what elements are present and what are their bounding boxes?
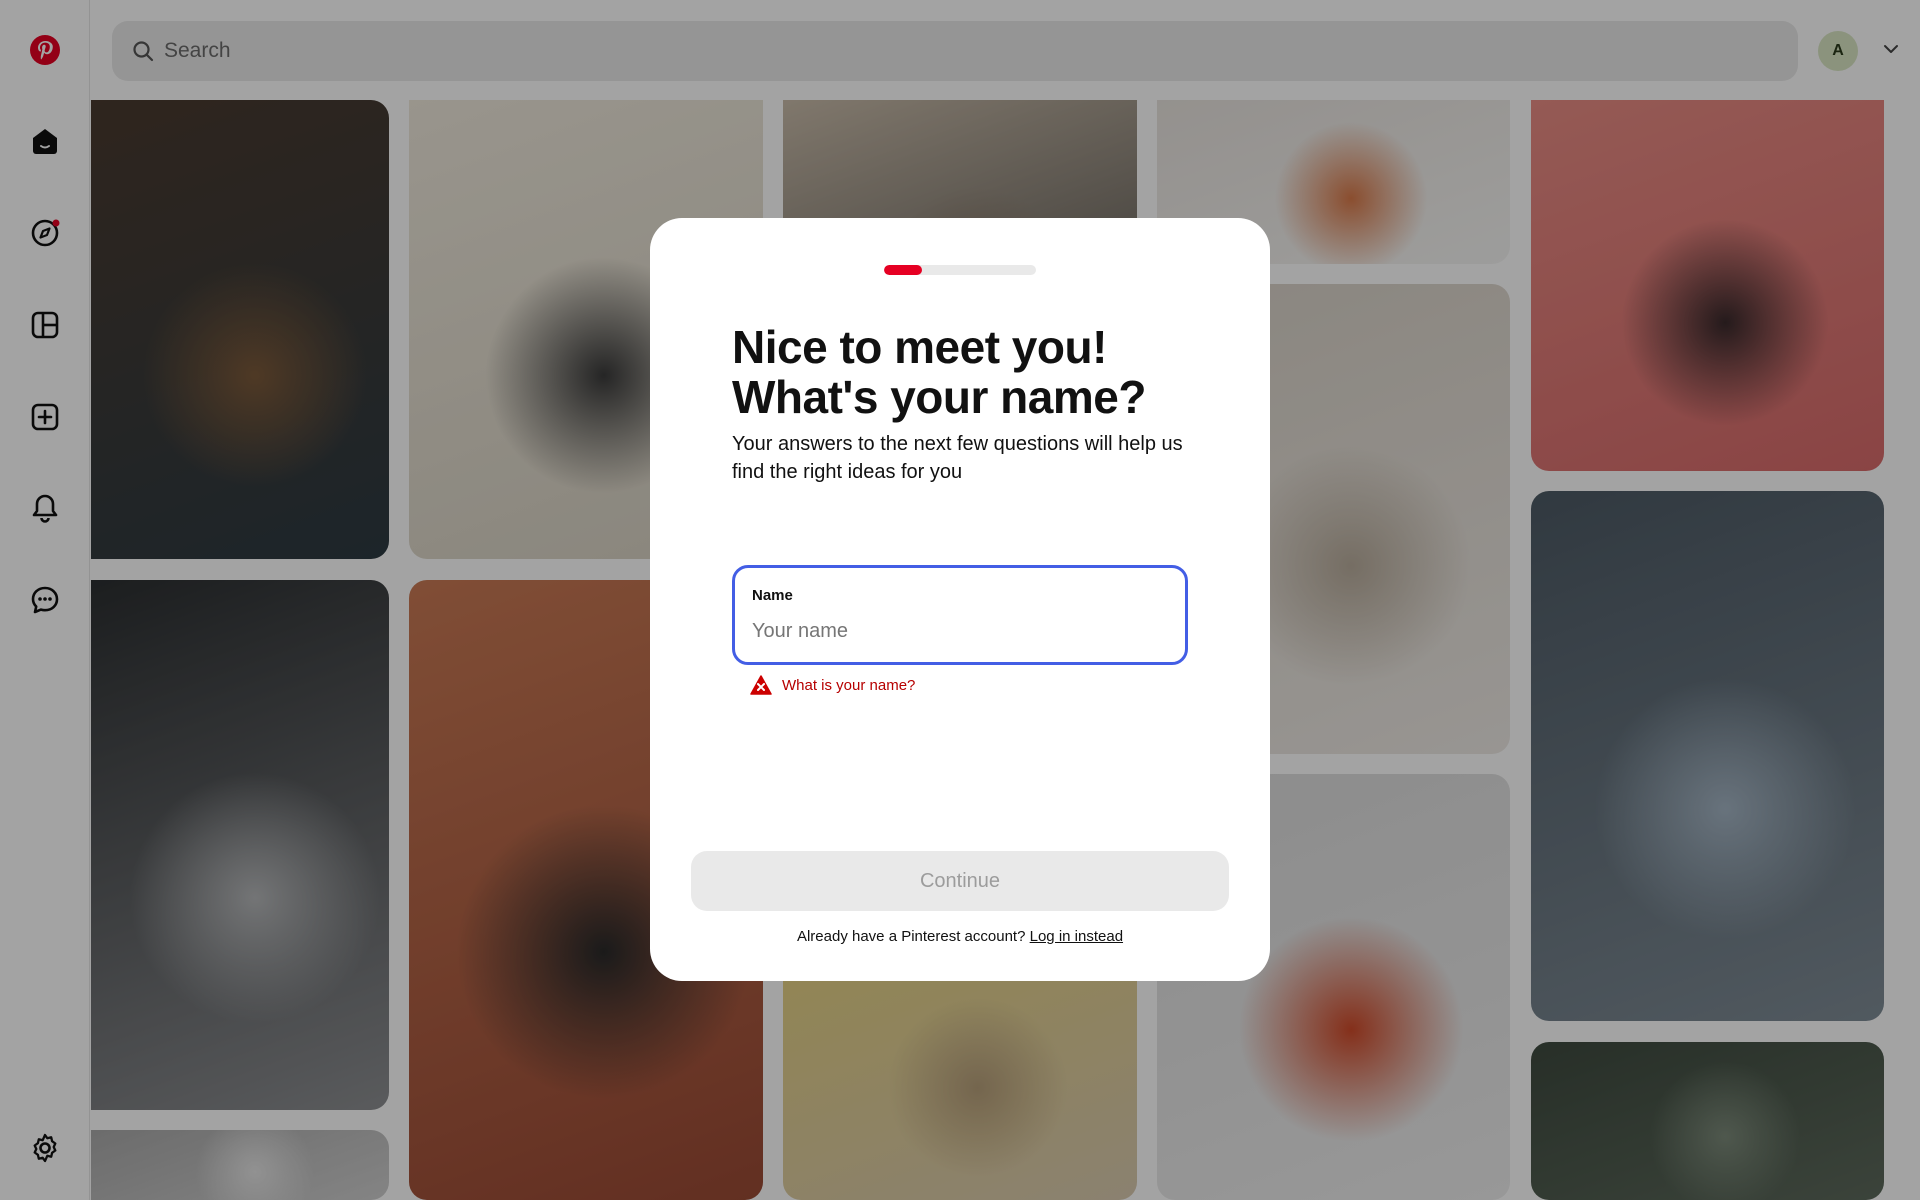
name-label: Name xyxy=(752,587,793,604)
title-line-2: What's your name? xyxy=(732,371,1146,423)
footer-text: Already have a Pinterest account? xyxy=(796,928,1026,945)
login-footer: Already have a Pinterest account? Log in… xyxy=(650,928,1270,945)
name-field[interactable]: Name xyxy=(732,565,1188,665)
title-line-1: Nice to meet you! xyxy=(732,321,1107,373)
login-link[interactable]: Log in instead xyxy=(1030,928,1123,945)
signup-modal: Nice to meet you! What's your name? Your… xyxy=(650,218,1270,981)
continue-button[interactable]: Continue xyxy=(691,851,1229,911)
modal-title: Nice to meet you! What's your name? xyxy=(732,322,1202,422)
error-icon xyxy=(750,675,772,695)
progress-fill xyxy=(884,265,922,275)
name-input[interactable] xyxy=(752,620,1172,643)
error-text: What is your name? xyxy=(782,676,916,694)
modal-subtitle: Your answers to the next few questions w… xyxy=(732,433,1183,483)
progress-bar xyxy=(884,265,1036,275)
name-error: What is your name? xyxy=(750,675,915,695)
